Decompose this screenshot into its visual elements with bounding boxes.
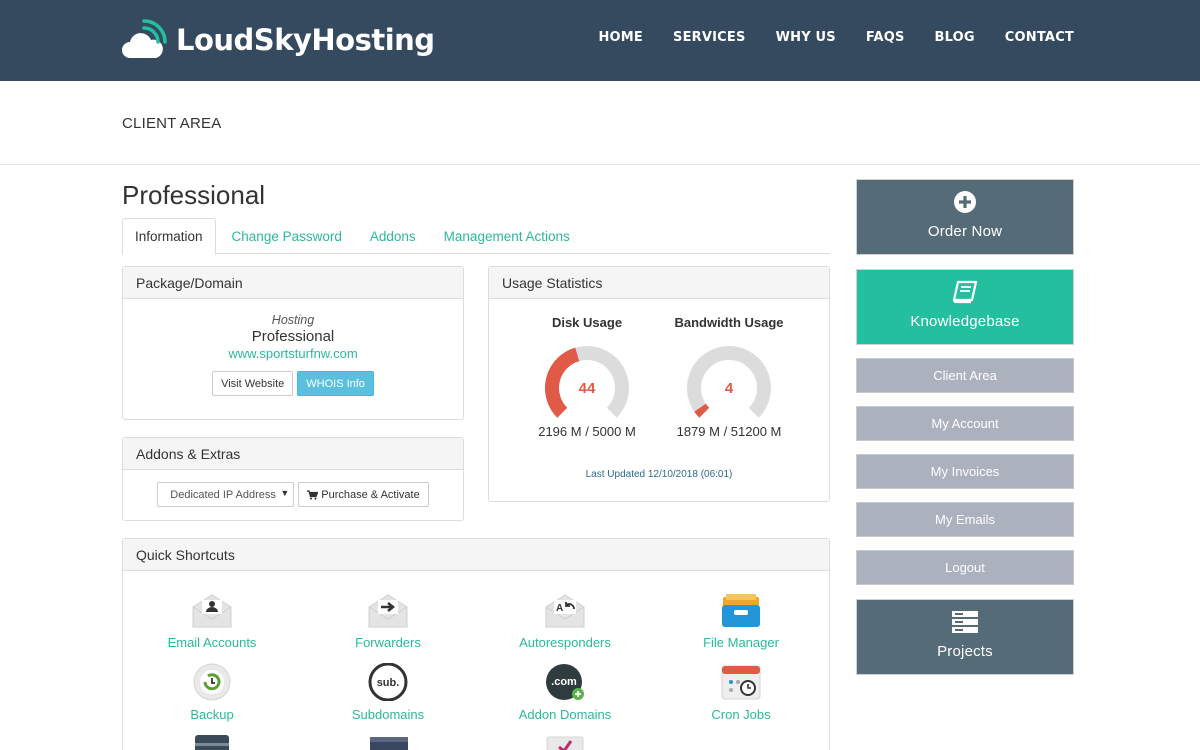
quick-shortcuts-panel: Quick Shortcuts Email Accounts Forwarder…	[122, 538, 830, 750]
purchase-activate-button[interactable]: Purchase & Activate	[298, 482, 429, 507]
shortcut-label: Email Accounts	[167, 635, 257, 650]
shortcut-autoresponders[interactable]: A Autoresponders	[477, 593, 653, 650]
cron-jobs-icon	[721, 665, 761, 700]
cloud-wifi-icon	[122, 19, 167, 58]
logo-text: LoudSkyHosting	[176, 23, 435, 57]
sidebar-my-account[interactable]: My Account	[856, 406, 1074, 441]
breadcrumb: CLIENT AREA	[122, 115, 222, 132]
panel-title: Package/Domain	[123, 267, 463, 299]
shortcut-subdomains[interactable]: sub. Subdomains	[300, 663, 476, 722]
product-tabs: Information Change Password Addons Manag…	[122, 218, 830, 255]
server-stack-icon	[952, 611, 978, 633]
sidebar-logout[interactable]: Logout	[856, 550, 1074, 585]
package-type: Hosting	[271, 313, 315, 327]
tab-management-actions[interactable]: Management Actions	[432, 218, 582, 254]
shortcut-cron-jobs[interactable]: Cron Jobs	[653, 663, 829, 722]
backup-icon	[193, 663, 231, 701]
gauge-amount: 1879 M / 51200 M	[676, 424, 782, 439]
nav-faqs[interactable]: FAQS	[866, 30, 905, 45]
whois-info-button[interactable]: WHOIS Info	[297, 371, 374, 396]
main-nav: HOME SERVICES WHY US FAQS BLOG CONTACT	[598, 30, 1074, 45]
autoresponders-icon: A	[545, 594, 585, 628]
order-now-label: Order Now	[927, 223, 1003, 240]
book-icon	[952, 280, 978, 304]
shortcut-forwarders[interactable]: Forwarders	[300, 593, 476, 650]
projects-label: Projects	[937, 643, 993, 660]
sidebar-client-area[interactable]: Client Area	[856, 358, 1074, 393]
page-title: Professional	[122, 180, 266, 210]
gauge-amount: 2196 M / 5000 M	[538, 424, 636, 439]
file-manager-icon	[722, 594, 760, 627]
gauge-title: Bandwidth Usage	[674, 315, 784, 330]
nav-contact[interactable]: CONTACT	[1005, 30, 1074, 45]
knowledgebase-button[interactable]: Knowledgebase	[856, 269, 1074, 345]
svg-text:A: A	[556, 603, 563, 614]
website-icon	[370, 737, 408, 750]
nav-why-us[interactable]: WHY US	[776, 30, 836, 45]
order-now-button[interactable]: Order Now	[856, 179, 1074, 255]
shortcut-label: Cron Jobs	[711, 707, 771, 722]
nav-services[interactable]: SERVICES	[673, 30, 746, 45]
purchase-label: Purchase & Activate	[321, 488, 420, 501]
knowledgebase-label: Knowledgebase	[910, 313, 1020, 330]
panel-title: Addons & Extras	[123, 438, 463, 470]
last-updated: Last Updated 12/10/2018 (06:01)	[585, 469, 733, 480]
top-header: LoudSkyHosting HOME SERVICES WHY US FAQS…	[0, 0, 1200, 81]
addons-extras-panel: Addons & Extras Dedicated IP Address ▼ P…	[122, 437, 464, 521]
addon-select-value: Dedicated IP Address	[170, 488, 276, 501]
checklist-icon	[546, 736, 584, 750]
package-name: Professional	[251, 328, 335, 345]
package-domain-panel: Package/Domain Hosting Professional www.…	[122, 266, 464, 420]
nav-home[interactable]: HOME	[598, 30, 643, 45]
shortcut-addon-domains[interactable]: .com Addon Domains	[477, 663, 653, 722]
projects-button[interactable]: Projects	[856, 599, 1074, 675]
caret-down-icon: ▼	[280, 488, 290, 498]
subdomains-icon-text: sub.	[377, 677, 400, 689]
addon-domains-icon: .com	[546, 664, 584, 700]
tab-information[interactable]: Information	[122, 218, 216, 255]
sidebar-my-emails[interactable]: My Emails	[856, 502, 1074, 537]
disk-usage-gauge: Disk Usage 44 2196 M / 5000 M	[512, 315, 662, 439]
addon-icon-text: .com	[551, 676, 577, 688]
forwarders-icon	[368, 594, 408, 628]
tab-addons[interactable]: Addons	[358, 218, 428, 254]
site-logo[interactable]: LoudSkyHosting	[122, 18, 435, 62]
shortcut-label: Subdomains	[351, 707, 425, 722]
shortcut-label: Forwarders	[355, 635, 421, 650]
gauge-title: Disk Usage	[551, 315, 623, 330]
addon-select[interactable]: Dedicated IP Address ▼	[157, 482, 295, 507]
sidebar-my-invoices[interactable]: My Invoices	[856, 454, 1074, 489]
gauge-value: 4	[725, 380, 734, 397]
shortcut-backup[interactable]: Backup	[124, 663, 300, 722]
plus-circle-icon	[954, 191, 976, 213]
shortcut-file-manager[interactable]: File Manager	[653, 593, 829, 650]
disk-gauge-chart: 44	[545, 346, 629, 418]
panel-title: Quick Shortcuts	[123, 539, 829, 571]
gauge-fill	[545, 347, 580, 418]
visit-website-button[interactable]: Visit Website	[212, 371, 294, 396]
panel-title: Usage Statistics	[489, 267, 829, 299]
shortcut-label: Addon Domains	[518, 707, 612, 722]
subdomains-icon: sub.	[368, 663, 408, 701]
shortcut-label: File Manager	[703, 635, 779, 650]
bandwidth-gauge-chart: 4	[687, 346, 771, 418]
gauge-value: 44	[579, 380, 596, 397]
shortcut-label: Autoresponders	[519, 635, 611, 650]
database-icon	[195, 735, 229, 750]
domain-link[interactable]: www.sportsturfnw.com	[123, 346, 463, 361]
shortcut-email-accounts[interactable]: Email Accounts	[124, 593, 300, 650]
cart-icon	[307, 489, 319, 500]
tab-change-password[interactable]: Change Password	[220, 218, 354, 254]
breadcrumb-bar: CLIENT AREA	[0, 81, 1200, 165]
shortcut-label: Backup	[190, 707, 234, 722]
nav-blog[interactable]: BLOG	[935, 30, 975, 45]
email-accounts-icon	[192, 594, 232, 628]
usage-statistics-panel: Usage Statistics Disk Usage 44 2196 M / …	[488, 266, 830, 502]
gauge-fill	[694, 403, 710, 418]
bandwidth-usage-gauge: Bandwidth Usage 4 1879 M / 51200 M	[654, 315, 804, 439]
